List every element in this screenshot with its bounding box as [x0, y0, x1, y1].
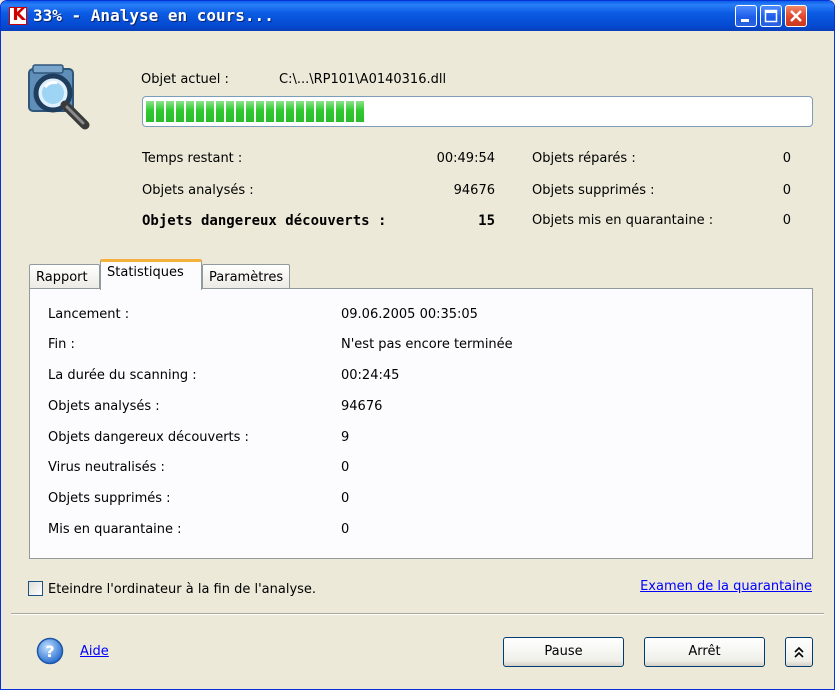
deleted-objects-value: 0: [782, 183, 791, 198]
stat-duration-label: La durée du scanning :: [48, 368, 197, 383]
dangerous-objects-value: 15: [478, 213, 495, 229]
tab-rapport[interactable]: Rapport: [29, 264, 100, 288]
current-object-path: C:\...\RP101\A0140316.dll: [279, 72, 447, 87]
stat-launch-label: Lancement :: [48, 307, 130, 322]
objects-scanned-label: Objets analysés :: [142, 183, 254, 198]
kaspersky-k-icon: K: [9, 5, 27, 25]
stat-dangerous-value: 9: [341, 430, 350, 445]
quarantine-link[interactable]: Examen de la quarantaine: [640, 579, 812, 594]
shutdown-checkbox[interactable]: [28, 581, 43, 596]
scan-window: K 33% - Analyse en cours... Objet actuel…: [0, 0, 835, 690]
dangerous-objects-label: Objets dangereux découverts :: [142, 213, 387, 229]
tab-parametres[interactable]: Paramètres: [202, 264, 290, 288]
double-chevron-up-icon: [794, 646, 804, 658]
magnifier-scan-icon: [28, 64, 90, 130]
window-title: 33% - Analyse en cours...: [33, 6, 274, 25]
expand-button[interactable]: [785, 637, 813, 667]
stat-launch-value: 09.06.2005 00:35:05: [341, 307, 478, 322]
stat-quarantine-value: 0: [341, 522, 350, 537]
stat-scanned-label: Objets analysés :: [48, 399, 160, 414]
minimize-icon: [741, 19, 749, 22]
stat-end-value: N'est pas encore terminée: [341, 337, 513, 352]
current-object-label: Objet actuel :: [141, 72, 229, 87]
quarantined-objects-label: Objets mis en quarantaine :: [532, 213, 714, 228]
maximize-button[interactable]: [760, 5, 782, 27]
stat-deleted-value: 0: [341, 491, 350, 506]
remaining-time-value: 00:49:54: [436, 151, 495, 166]
objects-scanned-value: 94676: [453, 183, 495, 198]
title-bar[interactable]: K 33% - Analyse en cours...: [1, 1, 834, 31]
statistics-panel: Lancement : 09.06.2005 00:35:05 Fin : N'…: [29, 288, 813, 559]
close-button[interactable]: [785, 5, 807, 27]
remaining-time-label: Temps restant :: [142, 151, 243, 166]
maximize-icon: [764, 9, 778, 23]
footer-separator: [11, 613, 824, 615]
shutdown-label[interactable]: Eteindre l'ordinateur à la fin de l'anal…: [48, 582, 316, 597]
stat-deleted-label: Objets supprimés :: [48, 491, 171, 506]
tab-label: Statistiques: [107, 265, 184, 280]
scan-progress-bar: [142, 96, 813, 127]
stat-end-label: Fin :: [48, 337, 75, 352]
close-icon: [790, 10, 802, 22]
stat-neutralized-label: Virus neutralisés :: [48, 460, 165, 475]
tab-label: Rapport: [36, 270, 88, 285]
stat-neutralized-value: 0: [341, 460, 350, 475]
minimize-button[interactable]: [735, 5, 757, 27]
scan-progress-fill: [146, 101, 365, 122]
stat-quarantine-label: Mis en quarantaine :: [48, 522, 182, 537]
tab-label: Paramètres: [209, 270, 284, 285]
help-link[interactable]: Aide: [80, 644, 109, 659]
stat-duration-value: 00:24:45: [341, 368, 400, 383]
deleted-objects-label: Objets supprimés :: [532, 183, 655, 198]
quarantined-objects-value: 0: [782, 213, 791, 228]
repaired-objects-label: Objets réparés :: [532, 151, 636, 166]
stat-scanned-value: 94676: [341, 399, 383, 414]
stat-dangerous-label: Objets dangereux découverts :: [48, 430, 249, 445]
pause-button[interactable]: Pause: [503, 637, 624, 667]
svg-text:?: ?: [45, 642, 54, 661]
tab-statistiques[interactable]: Statistiques: [100, 259, 202, 290]
repaired-objects-value: 0: [782, 151, 791, 166]
stop-button[interactable]: Arrêt: [644, 637, 765, 667]
help-icon[interactable]: ?: [36, 637, 64, 665]
